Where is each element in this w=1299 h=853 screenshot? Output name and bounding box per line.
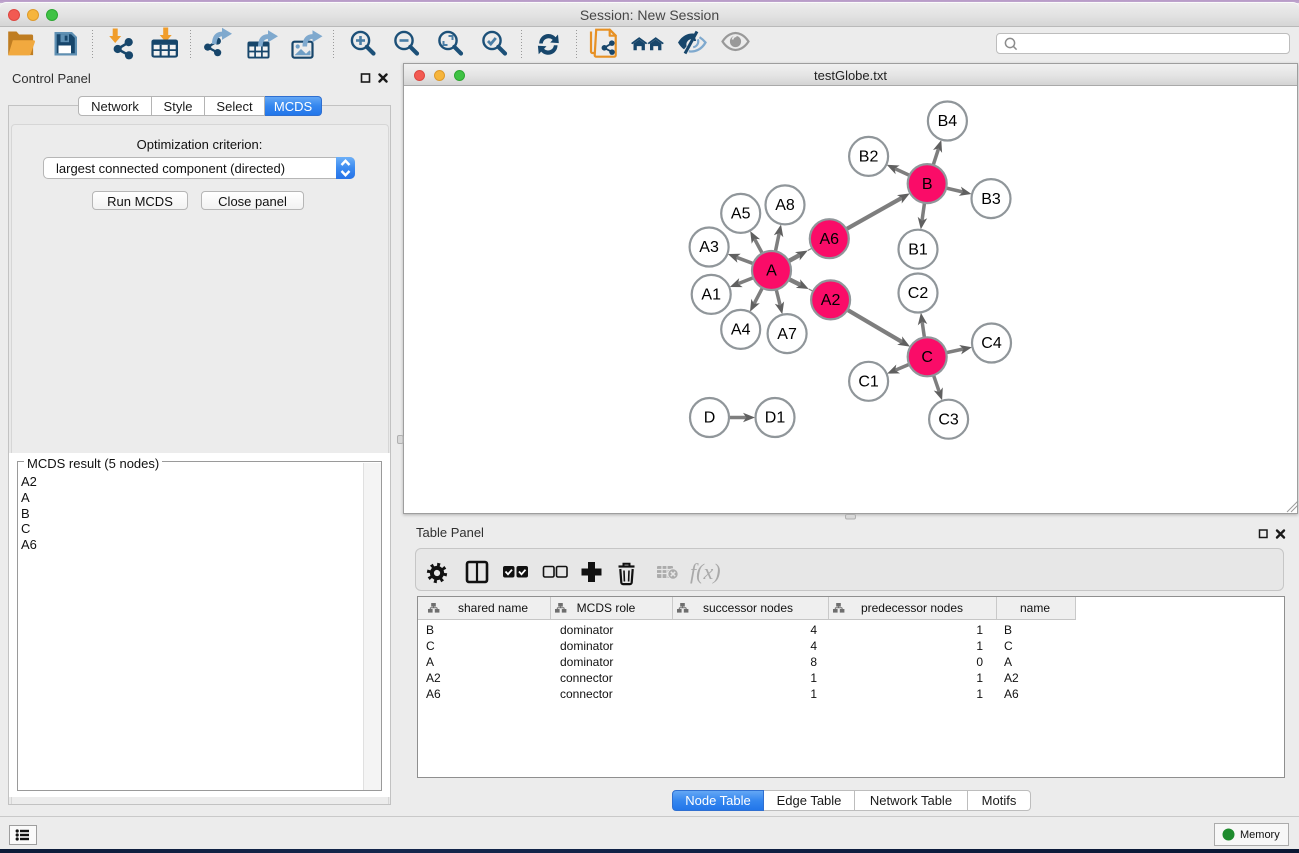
- svg-text:B: B: [1004, 623, 1012, 637]
- svg-text:0: 0: [976, 655, 983, 669]
- svg-text:name: name: [1020, 601, 1050, 615]
- svg-text:B: B: [426, 623, 434, 637]
- svg-text:1: 1: [810, 687, 817, 701]
- svg-text:shared name: shared name: [458, 601, 528, 615]
- svg-text:C1: C1: [858, 374, 879, 391]
- svg-text:4: 4: [810, 623, 817, 637]
- svg-text:connector: connector: [560, 671, 613, 685]
- svg-text:B: B: [922, 176, 933, 193]
- svg-text:f(x): f(x): [690, 559, 721, 584]
- svg-text:A2: A2: [821, 292, 841, 309]
- svg-text:A1: A1: [701, 287, 721, 304]
- svg-text:successor nodes: successor nodes: [703, 601, 793, 615]
- svg-text:A: A: [426, 655, 434, 669]
- svg-text:1: 1: [976, 623, 983, 637]
- svg-text:1: 1: [976, 687, 983, 701]
- svg-text:D: D: [704, 410, 716, 427]
- svg-text:B3: B3: [981, 191, 1001, 208]
- svg-text:C4: C4: [981, 335, 1002, 352]
- svg-text:B2: B2: [859, 149, 879, 166]
- svg-text:1: 1: [810, 671, 817, 685]
- svg-text:A8: A8: [775, 197, 795, 214]
- svg-text:1: 1: [976, 639, 983, 653]
- svg-text:A5: A5: [731, 206, 751, 223]
- svg-text:A2: A2: [1004, 671, 1019, 685]
- svg-text:D1: D1: [765, 410, 786, 427]
- svg-text:MCDS role: MCDS role: [577, 601, 636, 615]
- svg-text:A6: A6: [1004, 687, 1019, 701]
- svg-text:B4: B4: [938, 113, 958, 130]
- svg-text:A: A: [766, 263, 777, 280]
- svg-text:C: C: [426, 639, 435, 653]
- svg-text:C: C: [1004, 639, 1013, 653]
- svg-text:A2: A2: [426, 671, 441, 685]
- svg-text:C2: C2: [908, 285, 929, 302]
- svg-text:A: A: [1004, 655, 1012, 669]
- svg-text:predecessor nodes: predecessor nodes: [861, 601, 963, 615]
- svg-text:A6: A6: [426, 687, 441, 701]
- svg-text:B1: B1: [908, 241, 928, 258]
- svg-text:connector: connector: [560, 687, 613, 701]
- svg-text:4: 4: [810, 639, 817, 653]
- svg-text:8: 8: [810, 655, 817, 669]
- svg-text:dominator: dominator: [560, 623, 613, 637]
- svg-text:dominator: dominator: [560, 655, 613, 669]
- svg-text:A3: A3: [699, 239, 719, 256]
- svg-text:dominator: dominator: [560, 639, 613, 653]
- svg-text:1: 1: [976, 671, 983, 685]
- svg-text:A6: A6: [820, 231, 840, 248]
- svg-text:A4: A4: [731, 322, 751, 339]
- svg-text:C3: C3: [938, 411, 959, 428]
- svg-text:C: C: [921, 349, 933, 366]
- svg-text:A7: A7: [777, 326, 797, 343]
